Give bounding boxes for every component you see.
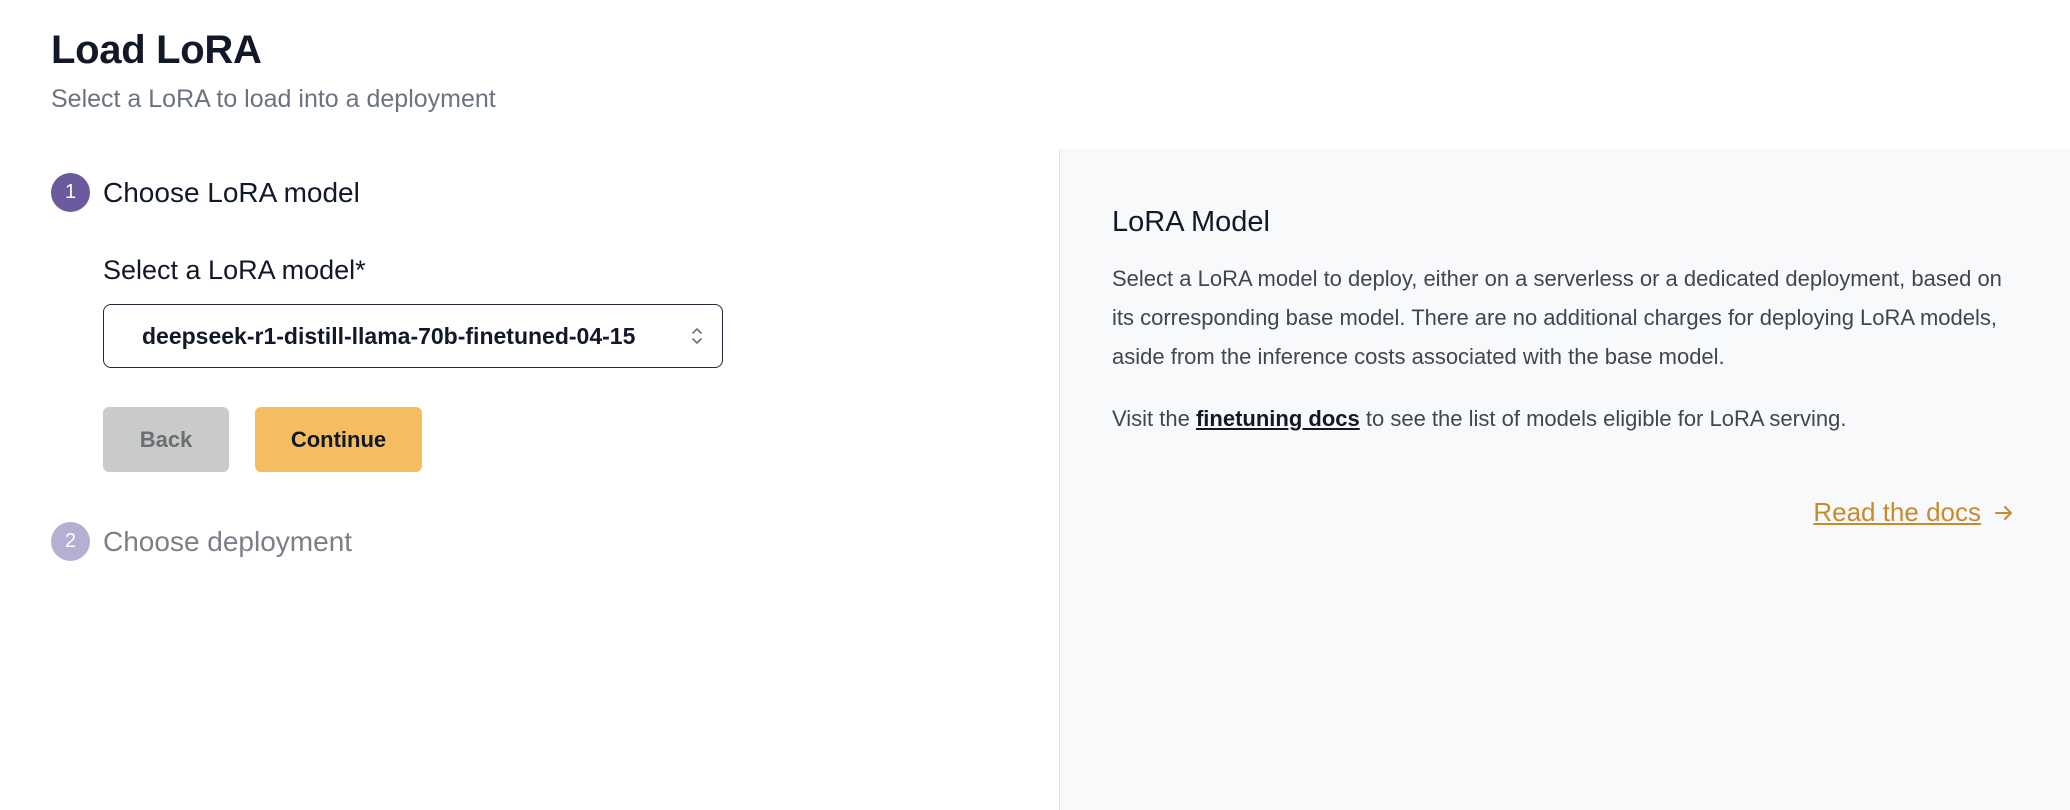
info-panel: LoRA Model Select a LoRA model to deploy… <box>1059 149 2070 810</box>
visit-prefix: Visit the <box>1112 406 1190 431</box>
load-lora-page: Load LoRA Select a LoRA to load into a d… <box>0 0 2070 810</box>
continue-button[interactable]: Continue <box>255 407 422 472</box>
lora-model-field-label: Select a LoRA model* <box>103 255 366 285</box>
page-title: Load LoRA <box>51 28 262 72</box>
page-subtitle: Select a LoRA to load into a deployment <box>51 85 496 113</box>
lora-model-select-value: deepseek-r1-distill-llama-70b-finetuned-… <box>142 322 636 349</box>
read-the-docs-link[interactable]: Read the docs <box>1813 497 2015 528</box>
back-button[interactable]: Back <box>103 407 229 472</box>
step-number-badge: 1 <box>51 173 90 212</box>
panel-visit-text: Visit the finetuning docs to see the lis… <box>1112 399 2012 438</box>
step-label: Choose deployment <box>103 526 353 557</box>
page-header: Load LoRA Select a LoRA to load into a d… <box>51 24 496 116</box>
step-number-badge: 2 <box>51 522 90 561</box>
finetuning-docs-link[interactable]: finetuning docs <box>1196 406 1360 431</box>
read-docs-label: Read the docs <box>1813 497 1981 527</box>
arrow-right-icon <box>1995 505 2012 520</box>
step-choose-lora-model: 1 Choose LoRA model <box>51 173 360 212</box>
panel-title: LoRA Model <box>1112 206 1270 238</box>
lora-model-select[interactable]: deepseek-r1-distill-llama-70b-finetuned-… <box>103 304 723 368</box>
panel-description: Select a LoRA model to deploy, either on… <box>1112 266 2002 369</box>
chevron-up-down-icon <box>692 328 702 344</box>
step-choose-deployment: 2 Choose deployment <box>51 522 352 561</box>
step-label: Choose LoRA model <box>103 177 360 208</box>
visit-suffix: to see the list of models eligible for L… <box>1365 406 1847 431</box>
